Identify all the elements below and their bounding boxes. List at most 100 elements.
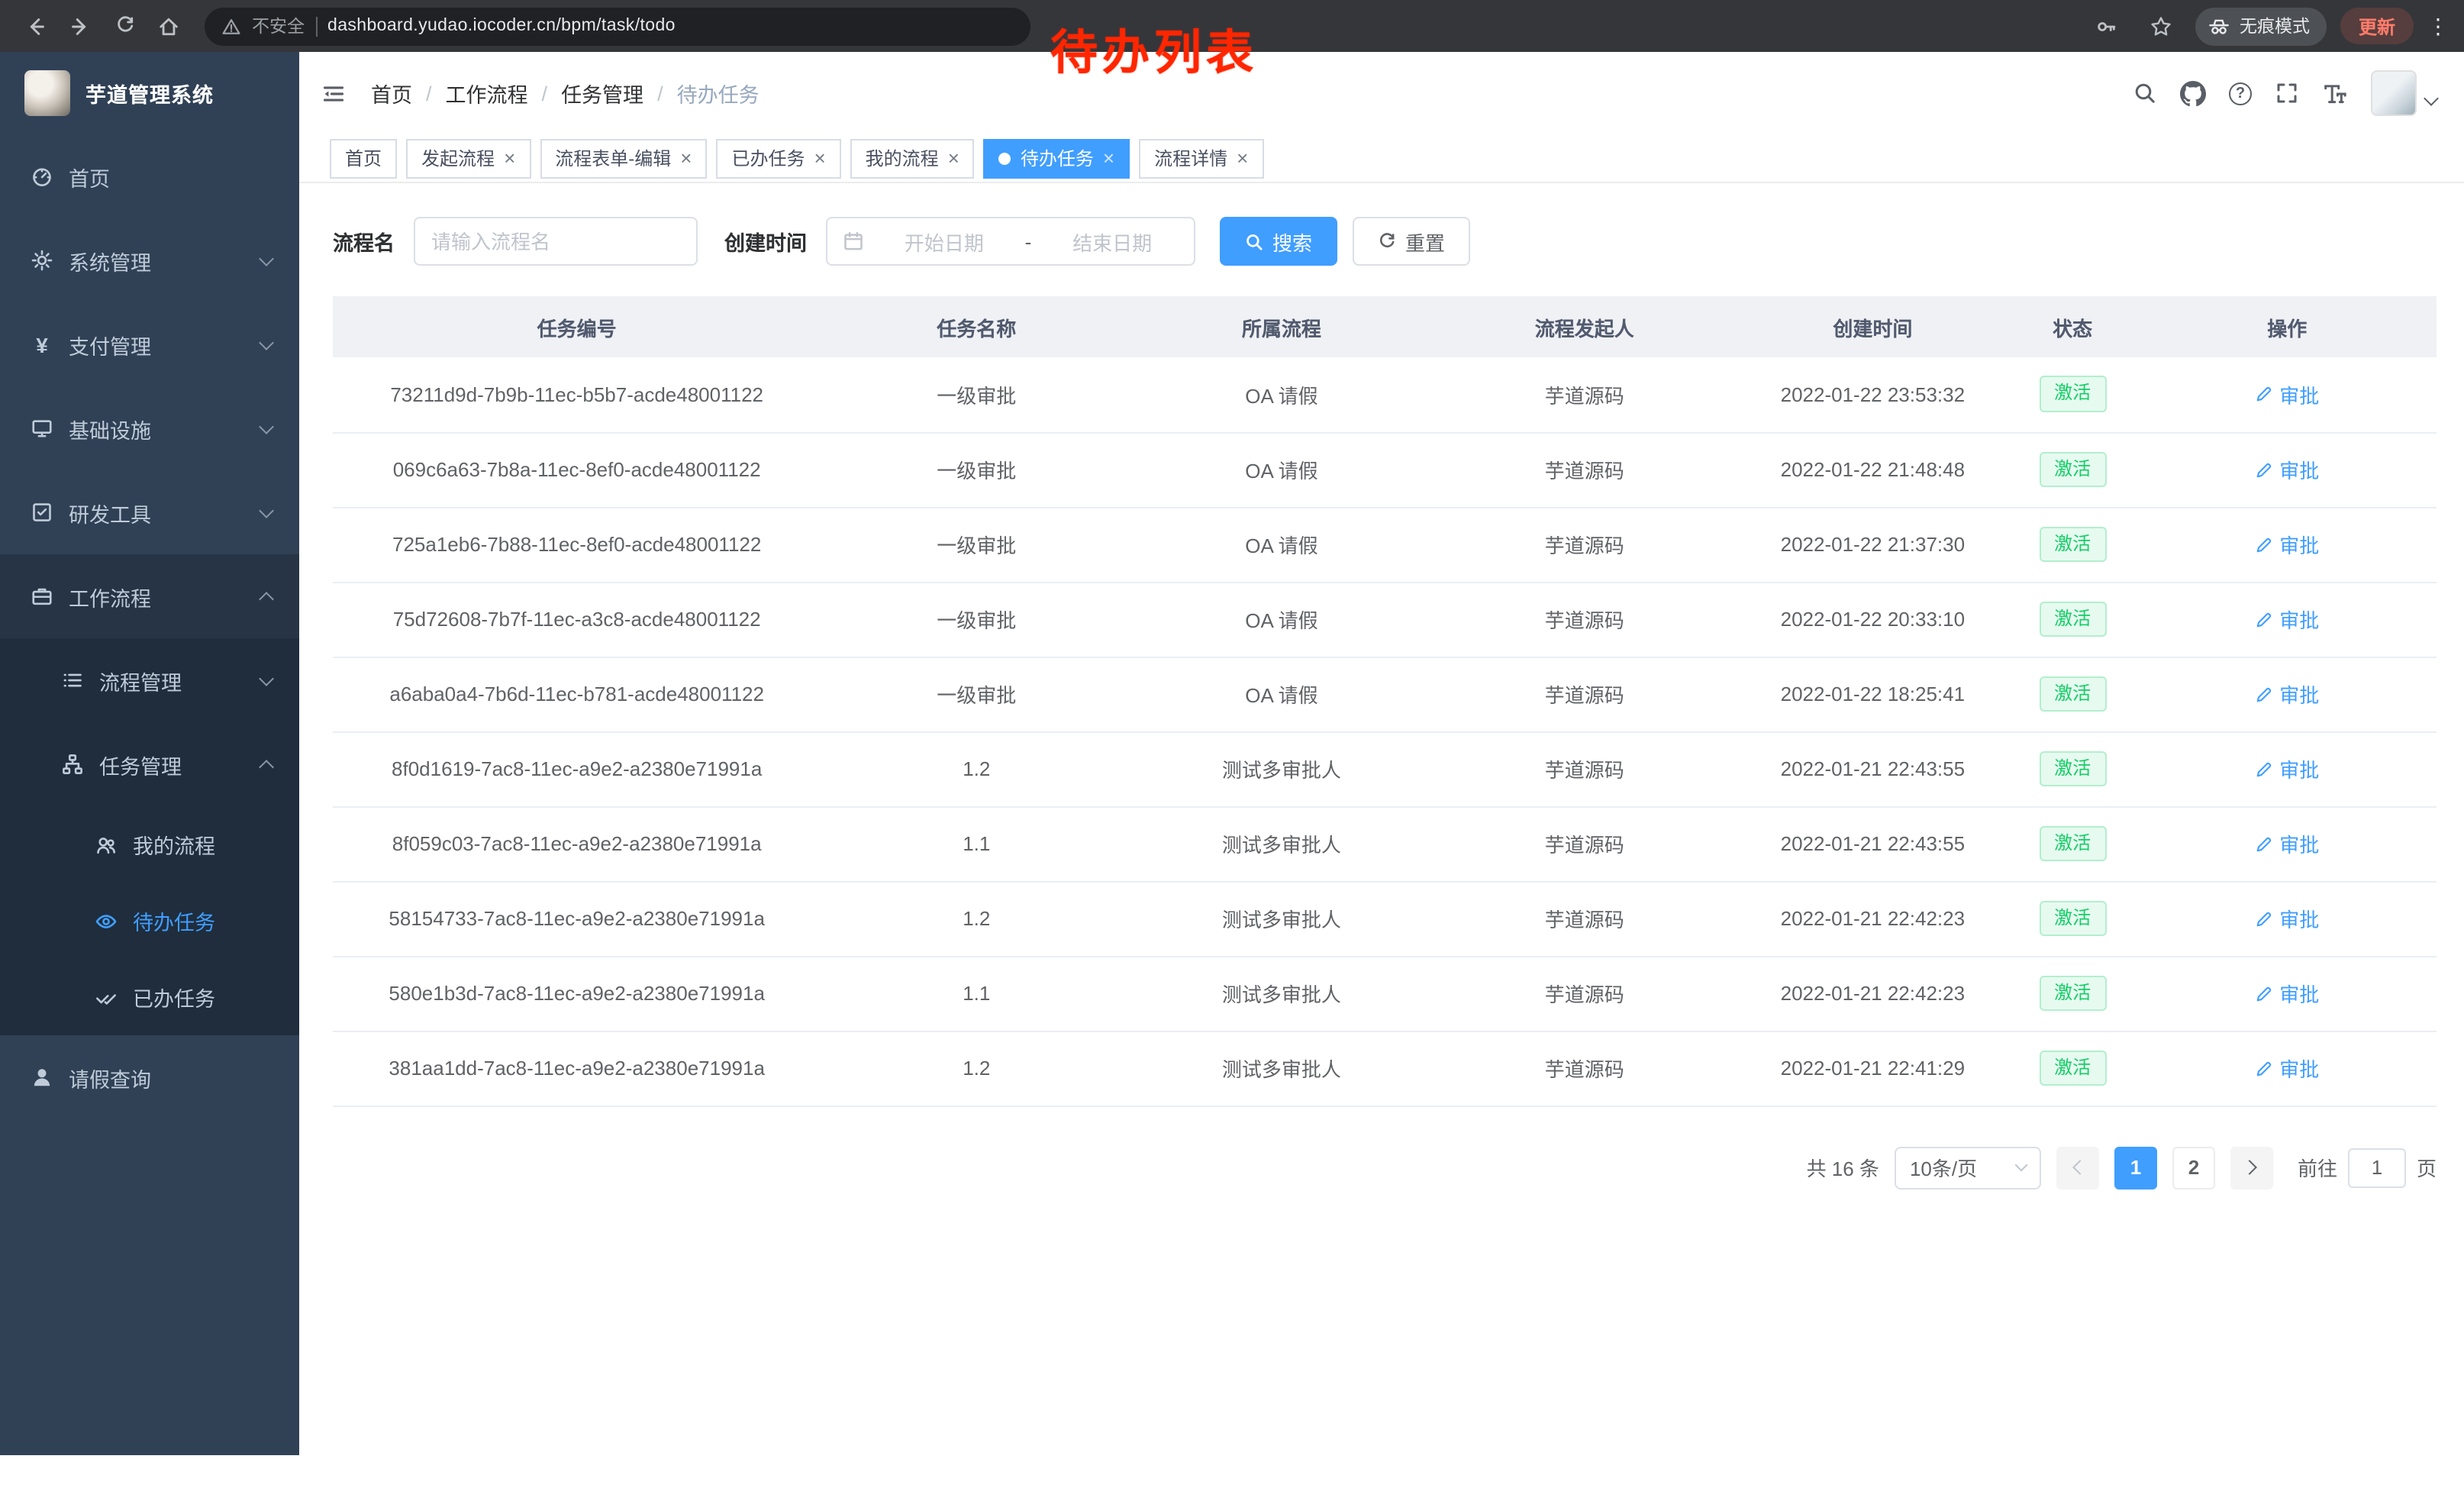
- sidebar-item-infrastructure[interactable]: 基础设施: [0, 386, 299, 470]
- tab-done-tasks[interactable]: 已办任务×: [716, 138, 840, 178]
- task-create-time: 2022-01-21 22:42:23: [1738, 881, 2008, 956]
- task-initiator: 芋道源码: [1431, 881, 1738, 956]
- tab-process-detail[interactable]: 流程详情×: [1139, 138, 1263, 178]
- task-id: 8f059c03-7ac8-11ec-a9e2-a2380e71991a: [333, 806, 821, 881]
- payment-icon: ¥: [31, 333, 53, 356]
- search-button[interactable]: 搜索: [1219, 217, 1337, 266]
- approve-link[interactable]: 审批: [2255, 530, 2319, 559]
- task-table: 任务编号 任务名称 所属流程 流程发起人 创建时间 状态 操作 73211: [333, 296, 2437, 1106]
- tab-todo-tasks[interactable]: 待办任务×: [984, 138, 1130, 178]
- prev-page-button[interactable]: [2056, 1146, 2099, 1189]
- sidebar-item-label: 请假查询: [69, 1062, 151, 1093]
- page-button-1[interactable]: 1: [2114, 1146, 2157, 1189]
- task-initiator: 芋道源码: [1431, 806, 1738, 881]
- chevron-down-icon: [259, 670, 274, 686]
- page-button-2[interactable]: 2: [2172, 1146, 2215, 1189]
- col-create-time: 创建时间: [1738, 296, 2008, 357]
- sidebar-item-workflow[interactable]: 工作流程: [0, 554, 299, 638]
- app-title: 芋道管理系统: [85, 78, 214, 108]
- chevron-up-icon: [259, 759, 274, 774]
- address-bar[interactable]: 不安全 dashboard.yudao.iocoder.cn/bpm/task/…: [205, 7, 1030, 45]
- home-icon[interactable]: [148, 5, 189, 47]
- reset-button[interactable]: 重置: [1352, 217, 1469, 266]
- security-label[interactable]: 不安全: [252, 14, 305, 38]
- date-range-picker[interactable]: 开始日期 - 结束日期: [825, 217, 1195, 266]
- status-badge: 激活: [2039, 451, 2106, 487]
- approve-link[interactable]: 审批: [2255, 679, 2319, 709]
- sidebar-item-my-process[interactable]: 我的流程: [0, 806, 299, 883]
- close-icon[interactable]: ×: [1237, 148, 1248, 168]
- table-row: a6aba0a4-7b6d-11ec-b781-acde48001122 一级审…: [333, 657, 2437, 731]
- browser-menu-icon[interactable]: ⋮: [2427, 13, 2449, 39]
- task-create-time: 2022-01-22 18:25:41: [1738, 657, 2008, 731]
- approve-link[interactable]: 审批: [2255, 1054, 2319, 1083]
- sidebar-item-devtools[interactable]: 研发工具: [0, 470, 299, 554]
- sidebar-item-done-tasks[interactable]: 已办任务: [0, 959, 299, 1035]
- end-date-placeholder[interactable]: 结束日期: [1047, 227, 1178, 256]
- sidebar-item-todo-tasks[interactable]: 待办任务: [0, 883, 299, 959]
- close-icon[interactable]: ×: [814, 148, 825, 168]
- approve-link[interactable]: 审批: [2255, 455, 2319, 484]
- approve-link[interactable]: 审批: [2255, 979, 2319, 1008]
- goto-unit-label: 页: [2417, 1153, 2437, 1182]
- app-window: 芋道管理系统 首页 系统管理 ¥ 支付管理: [0, 52, 2464, 1455]
- url-text[interactable]: dashboard.yudao.iocoder.cn/bpm/task/todo: [327, 17, 676, 35]
- sidebar-item-system[interactable]: 系统管理: [0, 218, 299, 302]
- app-logo-row[interactable]: 芋道管理系统: [0, 52, 299, 134]
- close-icon[interactable]: ×: [1103, 148, 1114, 168]
- sidebar-item-home[interactable]: 首页: [0, 134, 299, 218]
- avatar[interactable]: [2371, 70, 2417, 116]
- breadcrumb-item[interactable]: 首页: [371, 78, 412, 108]
- status-badge: 激活: [2039, 376, 2106, 412]
- tab-my-process[interactable]: 我的流程×: [850, 138, 975, 178]
- user-menu[interactable]: [2371, 70, 2437, 116]
- password-key-icon[interactable]: [2085, 5, 2127, 47]
- page-size-select[interactable]: 10条/页: [1895, 1146, 2041, 1189]
- task-id: 069c6a63-7b8a-11ec-8ef0-acde48001122: [333, 432, 821, 507]
- back-icon[interactable]: [15, 5, 56, 47]
- sidebar-item-leave-query[interactable]: 请假查询: [0, 1035, 299, 1119]
- sidebar-collapse-icon[interactable]: [321, 80, 347, 106]
- task-create-time: 2022-01-22 23:53:32: [1738, 357, 2008, 432]
- help-icon[interactable]: ?: [2229, 82, 2252, 105]
- font-size-icon[interactable]: [2322, 80, 2348, 106]
- update-button[interactable]: 更新: [2340, 8, 2414, 44]
- breadcrumb-item[interactable]: 任务管理: [561, 78, 643, 108]
- sidebar-item-label: 研发工具: [69, 497, 151, 528]
- approve-link[interactable]: 审批: [2255, 829, 2319, 858]
- close-icon[interactable]: ×: [948, 148, 959, 168]
- approve-link[interactable]: 审批: [2255, 904, 2319, 933]
- approve-link[interactable]: 审批: [2255, 754, 2319, 783]
- close-icon[interactable]: ×: [680, 148, 692, 168]
- sidebar-item-task-management[interactable]: 任务管理: [0, 722, 299, 806]
- tab-process-form-edit[interactable]: 流程表单-编辑×: [540, 138, 707, 178]
- tab-home[interactable]: 首页: [330, 138, 397, 178]
- task-initiator: 芋道源码: [1431, 507, 1738, 582]
- sidebar-item-payment[interactable]: ¥ 支付管理: [0, 302, 299, 386]
- tab-start-process[interactable]: 发起流程×: [406, 138, 531, 178]
- task-process: OA 请假: [1132, 507, 1430, 582]
- start-date-placeholder[interactable]: 开始日期: [879, 227, 1010, 256]
- github-icon[interactable]: [2180, 80, 2206, 106]
- edit-icon: [2255, 909, 2273, 928]
- task-create-time: 2022-01-22 21:37:30: [1738, 507, 2008, 582]
- close-icon[interactable]: ×: [504, 148, 515, 168]
- task-initiator: 芋道源码: [1431, 731, 1738, 806]
- reload-icon[interactable]: [104, 5, 145, 47]
- search-icon[interactable]: [2133, 81, 2157, 105]
- security-warning-icon[interactable]: [221, 16, 241, 36]
- process-name-input[interactable]: [413, 217, 697, 266]
- sidebar-item-process-management[interactable]: 流程管理: [0, 638, 299, 722]
- col-initiator: 流程发起人: [1431, 296, 1738, 357]
- breadcrumb-item[interactable]: 工作流程: [446, 78, 528, 108]
- approve-link[interactable]: 审批: [2255, 605, 2319, 634]
- next-page-button[interactable]: [2230, 1146, 2273, 1189]
- approve-link[interactable]: 审批: [2255, 380, 2319, 409]
- bookmark-star-icon[interactable]: [2140, 5, 2182, 47]
- fullscreen-icon[interactable]: [2275, 81, 2299, 105]
- forward-icon[interactable]: [60, 5, 101, 47]
- task-create-time: 2022-01-22 21:48:48: [1738, 432, 2008, 507]
- task-create-time: 2022-01-21 22:42:23: [1738, 956, 2008, 1031]
- goto-page-input[interactable]: [2348, 1148, 2406, 1187]
- task-create-time: 2022-01-21 22:43:55: [1738, 731, 2008, 806]
